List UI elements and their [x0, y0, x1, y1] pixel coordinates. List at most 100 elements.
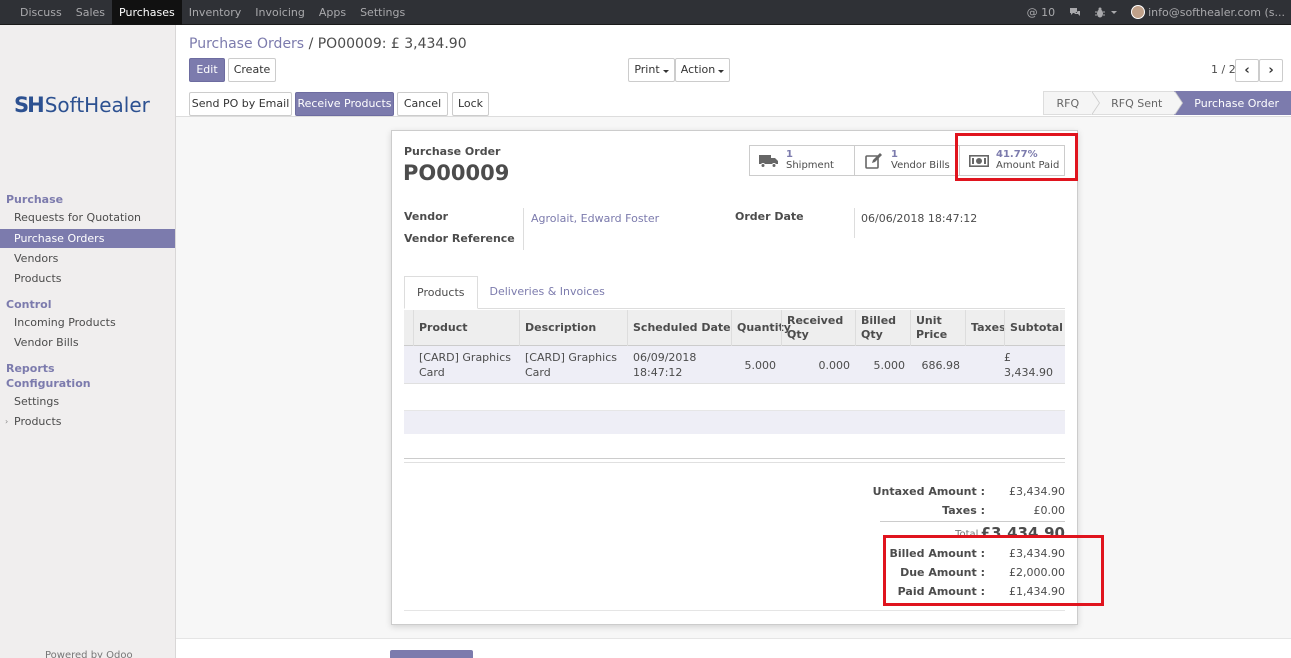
- avatar: [1131, 5, 1146, 19]
- sidebar-item-rfq[interactable]: Requests for Quotation: [0, 208, 175, 227]
- header-line: Qty: [861, 328, 883, 341]
- print-button[interactable]: Print: [628, 58, 675, 82]
- bug-icon: [1095, 7, 1106, 17]
- vendor-field[interactable]: Agrolait, Edward Foster: [531, 212, 659, 225]
- empty-table-row[interactable]: [404, 410, 1065, 434]
- pager-previous-button[interactable]: ‹: [1235, 59, 1259, 82]
- chevron-down-icon: [1111, 10, 1118, 14]
- debug-menu[interactable]: [1095, 7, 1118, 18]
- breadcrumb-current: PO00009: £ 3,434.90: [317, 36, 467, 52]
- cell-taxes: [965, 346, 1004, 384]
- lock-button[interactable]: Lock: [452, 92, 489, 116]
- sidebar-section-purchase[interactable]: Purchase: [6, 193, 63, 206]
- messaging-menu[interactable]: [1069, 7, 1081, 18]
- sidebar-item-vendors[interactable]: Vendors: [0, 249, 175, 268]
- top-navbar: Discuss Sales Purchases Inventory Invoic…: [0, 0, 1291, 25]
- column-quantity[interactable]: Quantity: [731, 310, 791, 346]
- untaxed-amount-value: £3,434.90: [1009, 485, 1065, 498]
- column-taxes[interactable]: Taxes: [965, 310, 1006, 346]
- stage-bar: RFQ RFQ Sent Purchase Order: [1043, 91, 1291, 115]
- tab-products[interactable]: Products: [404, 276, 478, 309]
- header-line: Price: [916, 328, 948, 341]
- menu-sales[interactable]: Sales: [69, 0, 112, 25]
- tab-deliveries-invoices[interactable]: Deliveries & Invoices: [478, 276, 617, 309]
- taxes-label: Taxes :: [942, 504, 985, 517]
- sidebar-item-incoming-products[interactable]: Incoming Products: [0, 313, 175, 332]
- cell-subtotal: £ 3,434.90: [1004, 351, 1053, 379]
- stage-label: RFQ Sent: [1111, 97, 1163, 110]
- vendor-reference-label: Vendor Reference: [404, 232, 515, 245]
- menu-inventory[interactable]: Inventory: [182, 0, 249, 25]
- mentions-indicator[interactable]: @ 10: [1027, 6, 1056, 19]
- powered-by[interactable]: Powered by Odoo: [45, 650, 133, 658]
- logo-text: SoftHealer: [44, 93, 150, 117]
- sidebar-item-purchase-orders[interactable]: Purchase Orders: [0, 229, 175, 248]
- pager-next-button[interactable]: ›: [1259, 59, 1283, 82]
- column-scheduled-date[interactable]: Scheduled Date: [627, 310, 731, 346]
- app-menu: Discuss Sales Purchases Inventory Invoic…: [13, 0, 412, 25]
- breadcrumb-parent[interactable]: Purchase Orders: [189, 36, 304, 52]
- breadcrumb-separator: /: [308, 36, 314, 52]
- sidebar-item-products[interactable]: Products: [0, 269, 175, 288]
- header-line: Billed: [861, 314, 897, 327]
- send-message-button[interactable]: [390, 650, 473, 658]
- vendor-bills-smart-button[interactable]: 1 Vendor Bills: [854, 145, 960, 176]
- menu-invoicing[interactable]: Invoicing: [248, 0, 312, 25]
- chevron-down-icon: [662, 70, 669, 73]
- edit-button[interactable]: Edit: [189, 58, 225, 82]
- cell-line: [CARD] Graphics: [525, 351, 617, 364]
- totals-divider: [880, 521, 1065, 522]
- order-date-field[interactable]: 06/06/2018 18:47:12: [861, 212, 977, 225]
- pager-value[interactable]: 1 / 2: [1211, 63, 1236, 76]
- column-received-qty[interactable]: Received Qty: [781, 310, 855, 346]
- sidebar-item-settings[interactable]: Settings: [0, 392, 175, 411]
- cell-unit-price: 686.98: [921, 358, 961, 372]
- menu-settings[interactable]: Settings: [353, 0, 412, 25]
- stage-label: Purchase Order: [1194, 97, 1279, 110]
- column-subtotal[interactable]: Subtotal: [1004, 310, 1065, 346]
- column-unit-price[interactable]: Unit Price: [910, 310, 965, 346]
- cell-quantity: 5.000: [744, 358, 777, 372]
- cell-line: [CARD] Graphics: [419, 351, 511, 364]
- column-description[interactable]: Description: [519, 310, 627, 346]
- receive-products-button[interactable]: Receive Products: [295, 92, 394, 116]
- cell-description: [CARD] Graphics Card: [520, 346, 628, 384]
- cell-product: [CARD] Graphics Card: [414, 346, 520, 384]
- action-label: Action: [680, 63, 716, 76]
- chevron-down-icon: [718, 70, 725, 73]
- stage-rfq[interactable]: RFQ: [1043, 91, 1101, 115]
- sidebar-section-configuration[interactable]: Configuration: [6, 377, 91, 390]
- table-row[interactable]: [CARD] Graphics Card [CARD] Graphics Card …: [404, 346, 1065, 384]
- sidebar-section-reports[interactable]: Reports: [6, 362, 55, 375]
- menu-apps[interactable]: Apps: [312, 0, 353, 25]
- column-billed-qty[interactable]: Billed Qty: [855, 310, 910, 346]
- pencil-square-icon: [863, 152, 885, 170]
- shipment-label: Shipment: [786, 160, 834, 171]
- sidebar-section-control[interactable]: Control: [6, 298, 51, 311]
- stage-rfq-sent[interactable]: RFQ Sent: [1091, 91, 1184, 115]
- shipment-smart-button[interactable]: 1 Shipment: [749, 145, 855, 176]
- field-divider: [523, 208, 524, 250]
- send-po-email-button[interactable]: Send PO by Email: [189, 92, 292, 116]
- mentions-count: @ 10: [1026, 5, 1056, 19]
- cancel-button[interactable]: Cancel: [397, 92, 448, 116]
- stage-purchase-order[interactable]: Purchase Order: [1174, 91, 1291, 115]
- logo-mark: SH: [14, 93, 45, 117]
- notebook-tabs: Products Deliveries & Invoices: [404, 276, 617, 309]
- sidebar-item-config-products[interactable]: › Products: [0, 412, 175, 431]
- cell-line: 18:47:12: [633, 366, 683, 379]
- sidebar-item-vendor-bills[interactable]: Vendor Bills: [0, 333, 175, 352]
- create-button[interactable]: Create: [228, 58, 276, 82]
- action-button[interactable]: Action: [675, 58, 730, 82]
- document-name: PO00009: [403, 161, 510, 185]
- vendor-bills-label: Vendor Bills: [891, 160, 950, 171]
- user-menu[interactable]: info@softhealer.com (s...: [1131, 5, 1285, 19]
- chatter-area: [176, 638, 1291, 658]
- document-type-label: Purchase Order: [404, 145, 501, 158]
- menu-discuss[interactable]: Discuss: [13, 0, 69, 25]
- column-product[interactable]: Product: [413, 310, 519, 346]
- menu-purchases[interactable]: Purchases: [112, 0, 182, 25]
- table-footer-divider: [404, 462, 1065, 463]
- chevron-right-icon: ›: [1268, 63, 1274, 78]
- systray: @ 10 info@softhealer.com (s...: [1013, 0, 1291, 25]
